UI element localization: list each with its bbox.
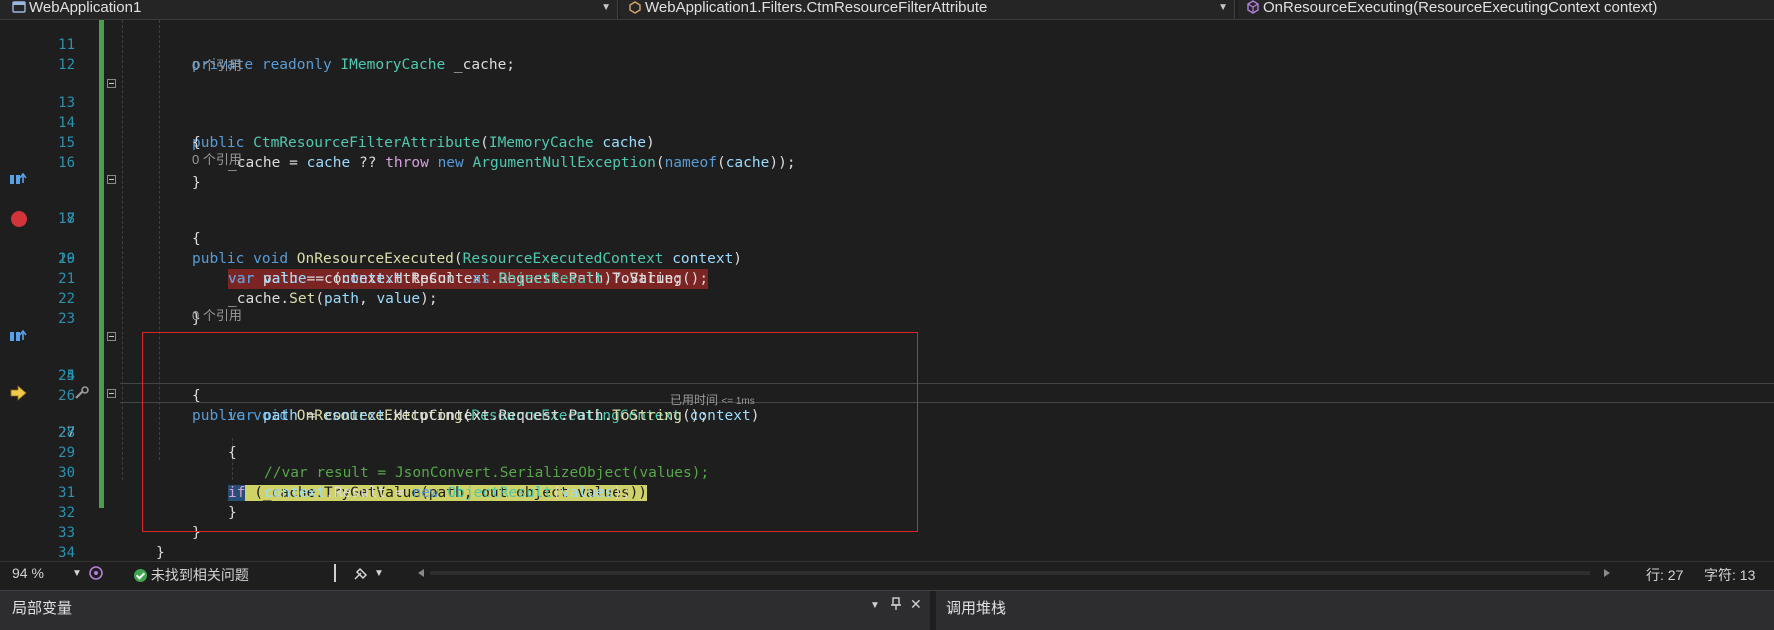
close-icon[interactable]: ✕	[910, 596, 922, 613]
chevron-down-icon: ▼	[601, 2, 611, 13]
tool-windows: 局部变量 ▼ ✕ 调用堆栈	[0, 590, 1774, 630]
chevron-down-icon[interactable]: ▼	[870, 600, 880, 611]
member-name: OnResourceExecuting(ResourceExecutingCon…	[1263, 0, 1658, 16]
collapse-icon[interactable]	[107, 175, 116, 184]
method-icon	[1247, 0, 1259, 14]
chevron-down-icon: ▼	[1218, 2, 1228, 13]
navigation-bar: WebApplication1 ▼ WebApplication1.Filter…	[0, 0, 1774, 20]
locals-panel-title[interactable]: 局部变量	[12, 597, 72, 618]
collapse-icon[interactable]	[107, 79, 116, 88]
implements-icon[interactable]	[9, 329, 29, 343]
column-indicator[interactable]: 字符: 13	[1704, 565, 1755, 585]
annotation-box	[142, 332, 918, 532]
quick-actions-icon[interactable]	[74, 386, 90, 400]
project-name: WebApplication1	[29, 0, 142, 16]
collapse-icon[interactable]	[107, 389, 116, 398]
code-editor[interactable]: 11 private readonly IMemoryCache _cache;…	[0, 20, 1774, 561]
pin-icon[interactable]	[890, 597, 902, 611]
codelens-references[interactable]: 0 个引用	[192, 151, 242, 169]
callstack-panel-title[interactable]: 调用堆栈	[946, 597, 1006, 618]
chevron-down-icon[interactable]: ▼	[374, 568, 384, 579]
check-icon	[134, 569, 147, 582]
type-name: WebApplication1.Filters.CtmResourceFilte…	[645, 0, 988, 16]
breakpoint-icon[interactable]	[11, 211, 27, 227]
member-dropdown[interactable]: OnResourceExecuting(ResourceExecutingCon…	[1238, 0, 1774, 19]
zoom-level[interactable]: 94 %	[12, 565, 44, 581]
project-dropdown[interactable]: WebApplication1 ▼	[0, 0, 618, 19]
type-dropdown[interactable]: WebApplication1.Filters.CtmResourceFilte…	[620, 0, 1235, 19]
line-number: 12	[58, 57, 75, 73]
chevron-down-icon[interactable]: ▼	[72, 568, 82, 579]
csharp-project-icon	[12, 1, 26, 13]
panel-splitter[interactable]	[930, 591, 936, 630]
issues-indicator[interactable]: 未找到相关问题	[134, 565, 249, 585]
codelens-references[interactable]: 0 个引用	[192, 307, 242, 325]
execution-arrow-icon[interactable]	[9, 385, 29, 401]
brush-cleanup-icon[interactable]	[352, 565, 370, 581]
intellicode-icon[interactable]	[88, 565, 104, 581]
line-indicator[interactable]: 行: 27	[1646, 565, 1683, 585]
class-icon	[629, 1, 641, 14]
separator	[334, 564, 336, 582]
editor-status-bar: 94 % ▼ 未找到相关问题 ▼ 行: 27 字符: 13	[0, 561, 1774, 584]
collapse-icon[interactable]	[107, 332, 116, 341]
horizontal-scrollbar[interactable]	[416, 568, 1612, 578]
implements-icon[interactable]	[9, 172, 29, 186]
